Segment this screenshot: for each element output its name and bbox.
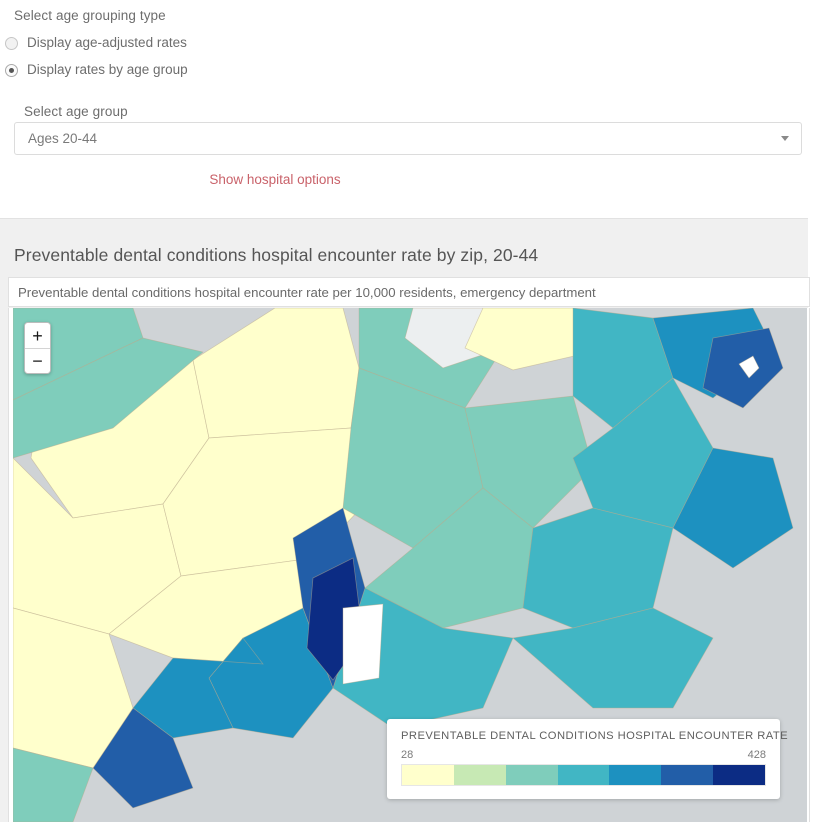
legend-scale-labels: 28 428 [401, 749, 766, 761]
legend-swatch-4 [609, 765, 661, 785]
age-grouping-type-label: Select age grouping type [14, 8, 166, 24]
radio-label-age-adjusted: Display age-adjusted rates [27, 35, 187, 51]
zoom-in-button[interactable]: + [25, 323, 50, 348]
map-legend: PREVENTABLE DENTAL CONDITIONS HOSPITAL E… [387, 719, 780, 799]
legend-swatch-6 [713, 765, 765, 785]
radio-circle-age-adjusted[interactable] [5, 37, 18, 50]
legend-swatch-5 [661, 765, 713, 785]
map-region[interactable] [513, 608, 713, 708]
legend-max-value: 428 [748, 749, 766, 761]
radio-label-by-age-group: Display rates by age group [27, 62, 188, 78]
legend-color-bar [401, 764, 766, 786]
legend-swatch-0 [402, 765, 454, 785]
radio-circle-by-age-group[interactable] [5, 64, 18, 77]
legend-title: PREVENTABLE DENTAL CONDITIONS HOSPITAL E… [401, 730, 766, 742]
legend-min-value: 28 [401, 749, 413, 761]
radio-display-age-adjusted-rates[interactable]: Display age-adjusted rates [5, 34, 187, 52]
age-group-field-label: Select age group [24, 104, 128, 120]
legend-swatch-3 [558, 765, 610, 785]
legend-swatch-2 [506, 765, 558, 785]
legend-swatch-1 [454, 765, 506, 785]
map-region[interactable] [193, 308, 359, 438]
age-controls-panel: Select age grouping type Display age-adj… [0, 0, 818, 218]
chevron-down-icon [781, 136, 789, 141]
page-title: Preventable dental conditions hospital e… [14, 244, 538, 266]
map-subtitle-text: Preventable dental conditions hospital e… [18, 285, 596, 300]
radio-display-rates-by-age-group[interactable]: Display rates by age group [5, 61, 188, 79]
show-hospital-options-link[interactable]: Show hospital options [0, 172, 550, 187]
map-region[interactable] [343, 604, 383, 684]
age-group-select[interactable]: Ages 20-44 [14, 122, 802, 155]
map-zoom-control[interactable]: + − [24, 322, 51, 374]
map-subtitle-bar: Preventable dental conditions hospital e… [8, 277, 810, 307]
zoom-out-button[interactable]: − [25, 348, 50, 373]
age-group-select-value: Ages 20-44 [28, 131, 781, 146]
